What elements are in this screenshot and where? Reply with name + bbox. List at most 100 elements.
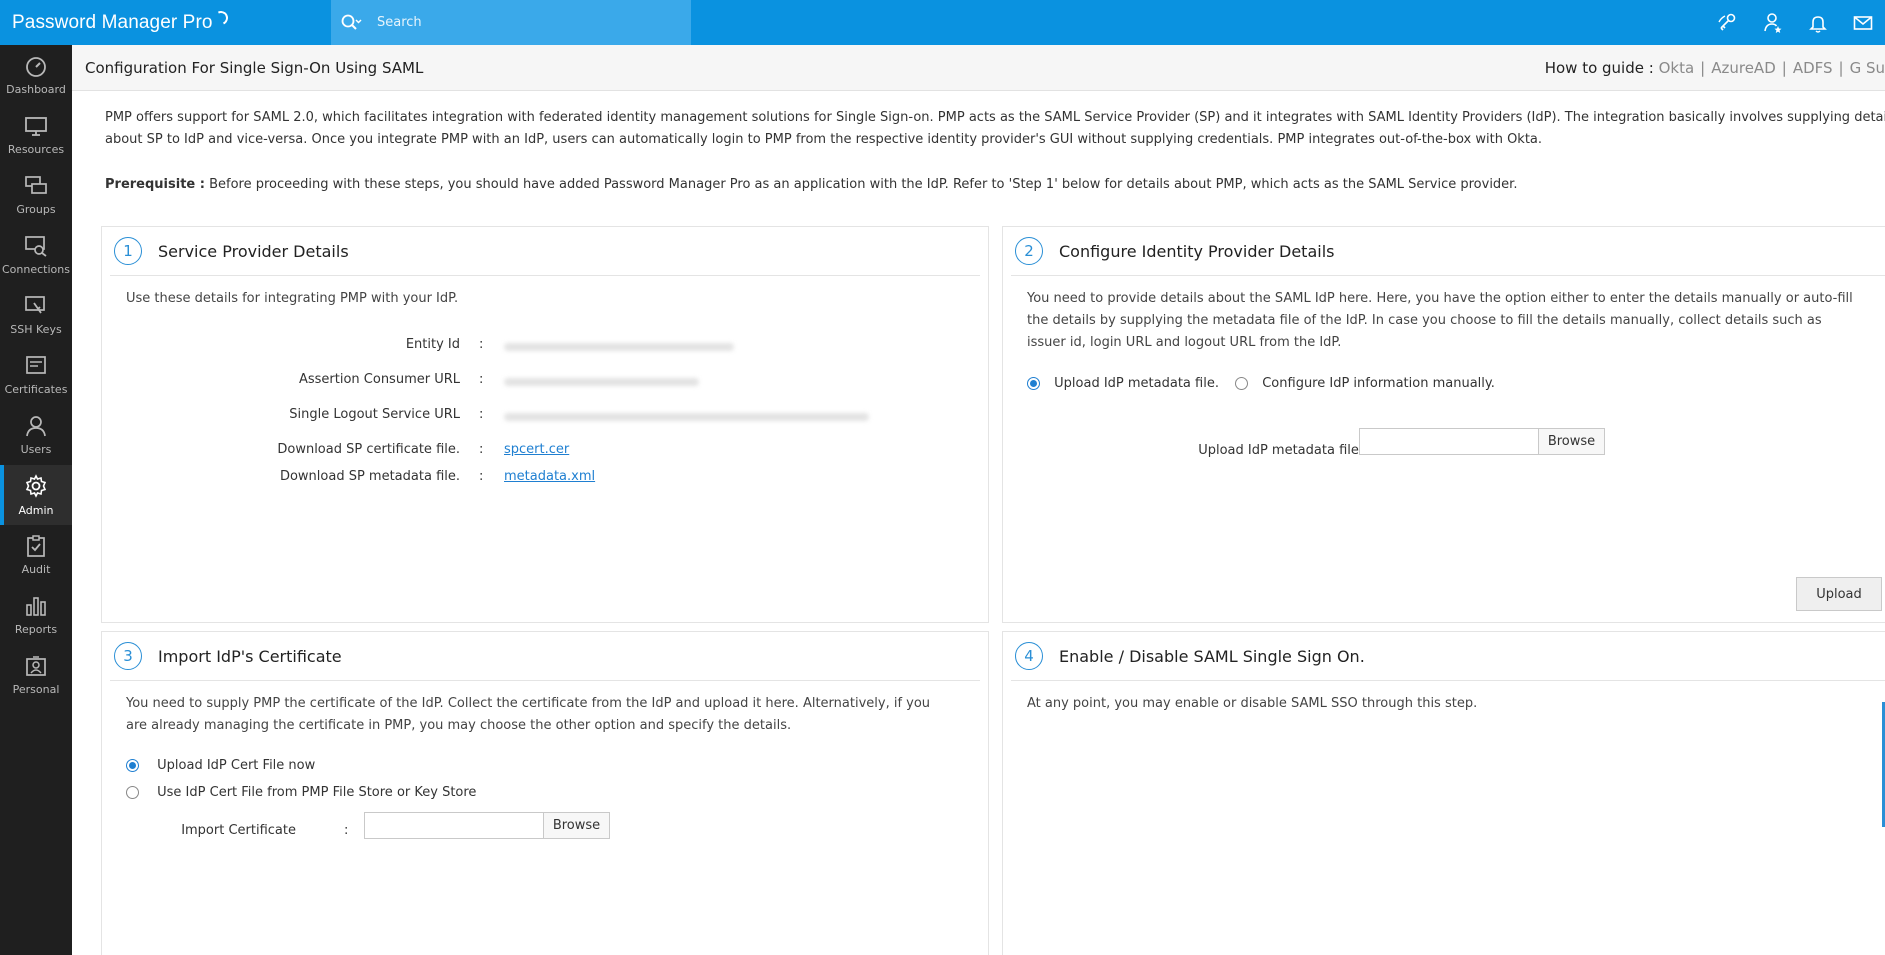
slo-url-value-redacted [504, 413, 869, 421]
nav-label: Certificates [4, 382, 68, 396]
mail-icon[interactable] [1840, 0, 1885, 45]
nav-resources[interactable]: Resources [0, 105, 72, 165]
step1-desc: Use these details for integrating PMP wi… [126, 291, 459, 306]
step4-desc: At any point, you may enable or disable … [1027, 696, 1478, 711]
step1-number: 1 [114, 237, 142, 265]
nav-dashboard[interactable]: Dashboard [0, 45, 72, 105]
metadata-file-input[interactable] [1359, 428, 1539, 455]
radio-cert-from-store[interactable] [126, 786, 139, 799]
colon: : [344, 823, 349, 838]
step2-title: Configure Identity Provider Details [1059, 241, 1335, 261]
nav-label: Personal [12, 682, 60, 696]
slo-url-row: Single Logout Service URL : [102, 407, 990, 427]
upload-button[interactable]: Upload [1796, 577, 1882, 611]
step1-panel: 1 Service Provider Details Use these det… [101, 226, 989, 623]
bar-chart-icon [26, 596, 46, 616]
step2-number: 2 [1015, 237, 1043, 265]
clipboard-check-icon [27, 534, 45, 557]
sp-meta-label: Download SP metadata file. [279, 469, 460, 484]
ssh-key-icon [25, 295, 45, 314]
user-icon [26, 415, 46, 436]
step4-header: 4 Enable / Disable SAML Single Sign On. [1011, 632, 1885, 681]
nav-label: SSH Keys [10, 322, 62, 336]
gear-icon [25, 473, 47, 498]
search-placeholder[interactable]: Search [377, 15, 422, 30]
page-title: Configuration For Single Sign-On Using S… [85, 58, 424, 77]
user-star-icon[interactable] [1750, 0, 1795, 45]
intro-text: PMP offers support for SAML 2.0, which f… [105, 110, 1885, 147]
prerequisite: Prerequisite : Before proceeding with th… [105, 177, 1517, 192]
nav-label: Reports [14, 622, 58, 636]
radio-cert-from-store-label: Use IdP Cert File from PMP File Store or… [157, 785, 477, 800]
left-nav: Dashboard Resources Groups Connections S… [0, 45, 72, 955]
nav-admin[interactable]: Admin [0, 465, 72, 525]
groups-icon [25, 175, 47, 194]
colon: : [479, 442, 484, 457]
nav-audit[interactable]: Audit [0, 525, 72, 585]
guide-link-azuread[interactable]: AzureAD [1711, 59, 1776, 77]
nav-personal[interactable]: Personal [0, 645, 72, 705]
step1-title: Service Provider Details [158, 241, 349, 261]
brand-name: Password Manager Pro [12, 11, 213, 33]
slo-url-label: Single Logout Service URL [289, 407, 460, 422]
top-bar: Password Manager Pro Search [0, 0, 1885, 45]
guide-link-okta[interactable]: Okta [1659, 59, 1695, 77]
sp-cert-link[interactable]: spcert.cer [504, 442, 569, 457]
nav-connections[interactable]: Connections [0, 225, 72, 285]
nav-label: Resources [7, 142, 65, 156]
radio-upload-metadata-label: Upload IdP metadata file. [1054, 376, 1219, 391]
nav-label: Admin [18, 503, 54, 517]
colon: : [479, 337, 484, 352]
acs-url-label: Assertion Consumer URL [298, 372, 460, 387]
sp-cert-row: Download SP certificate file. : spcert.c… [102, 442, 990, 462]
nav-certificates[interactable]: Certificates [0, 345, 72, 405]
sp-cert-label: Download SP certificate file. [277, 442, 460, 457]
guide-link-adfs[interactable]: ADFS [1793, 59, 1833, 77]
metadata-browse-button[interactable]: Browse [1538, 428, 1605, 455]
nav-users[interactable]: Users [0, 405, 72, 465]
colon: : [479, 372, 484, 387]
connections-icon [25, 235, 47, 257]
step4-number: 4 [1015, 642, 1043, 670]
prereq-text: Before proceeding with these steps, you … [204, 177, 1518, 192]
brand-logo[interactable]: Password Manager Pro [0, 0, 331, 45]
radio-upload-cert[interactable] [126, 759, 139, 772]
nav-label: Audit [21, 562, 51, 576]
import-cert-label: Import Certificate [181, 823, 296, 838]
nav-label: Users [20, 442, 52, 456]
certificate-icon [26, 355, 46, 374]
sp-meta-row: Download SP metadata file. : metadata.xm… [102, 469, 990, 489]
link-key-icon[interactable] [1705, 0, 1750, 45]
guide-link-gsuite[interactable]: G Su [1850, 59, 1885, 77]
sp-meta-link[interactable]: metadata.xml [504, 469, 595, 484]
step4-panel: 4 Enable / Disable SAML Single Sign On. … [1002, 631, 1885, 955]
colon: : [479, 469, 484, 484]
how-to-guide: How to guide : Okta | AzureAD | ADFS | G Su [1544, 58, 1885, 77]
step3-title: Import IdP's Certificate [158, 646, 342, 666]
dashboard-icon [26, 56, 46, 77]
nav-label: Groups [16, 202, 56, 216]
step2-desc: You need to provide details about the SA… [1027, 291, 1853, 350]
nav-ssh-keys[interactable]: SSH Keys [0, 285, 72, 345]
colon: : [479, 407, 484, 422]
import-cert-file-input[interactable] [364, 812, 544, 839]
radio-configure-manually[interactable] [1235, 377, 1249, 390]
nav-groups[interactable]: Groups [0, 165, 72, 225]
radio-upload-metadata[interactable] [1027, 377, 1040, 390]
acs-url-row: Assertion Consumer URL : [102, 372, 990, 392]
cert-option-store: Use IdP Cert File from PMP File Store or… [126, 785, 476, 800]
bell-icon[interactable] [1795, 0, 1840, 45]
step2-panel: 2 Configure Identity Provider Details Yo… [1002, 226, 1885, 623]
entity-id-label: Entity Id [405, 337, 460, 352]
page-header: Configuration For Single Sign-On Using S… [72, 45, 1885, 91]
import-cert-browse-button[interactable]: Browse [543, 812, 610, 839]
guide-label: How to guide : [1544, 58, 1654, 77]
brand-swoosh-icon [211, 8, 230, 27]
step2-header: 2 Configure Identity Provider Details [1011, 227, 1885, 276]
step3-desc: You need to supply PMP the certificate o… [126, 696, 931, 733]
search-bar[interactable]: Search [331, 0, 691, 45]
search-icon [341, 14, 362, 30]
main-content: PMP offers support for SAML 2.0, which f… [72, 92, 1885, 955]
radio-configure-manually-label: Configure IdP information manually. [1262, 376, 1495, 391]
nav-reports[interactable]: Reports [0, 585, 72, 645]
